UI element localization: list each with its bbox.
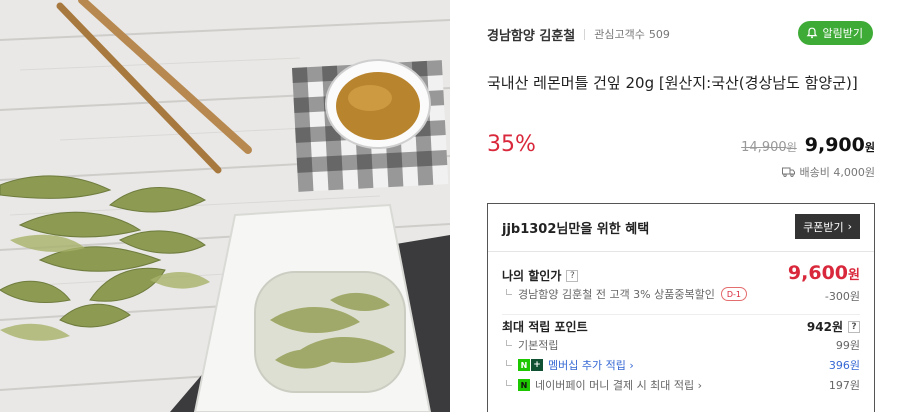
- product-info-panel: 경남함양 김훈철 관심고객수 509 알림받기 국내산 레몬머틀 건잎 20g …: [487, 0, 877, 412]
- store-row: 경남함양 김훈철 관심고객수 509 알림받기: [487, 21, 875, 45]
- store-discount-value: -300원: [824, 290, 860, 303]
- store-discount-text: 경남함양 김훈철 전 고객 3% 상품중복할인: [518, 288, 715, 301]
- basic-points-label: 기본적립: [518, 339, 559, 352]
- membership-points-value: 396원: [828, 359, 860, 372]
- tree-connector: [506, 359, 512, 366]
- product-title: 국내산 레몬머틀 건잎 20g [원산지:국산(경상남도 함양군)]: [487, 74, 858, 92]
- alarm-button[interactable]: 알림받기: [797, 21, 873, 45]
- naverpay-points-row: N 네이버페이 머니 결제 시 최대 적립 ›: [502, 377, 860, 393]
- membership-points-link[interactable]: 멤버십 추가 적립 ›: [548, 357, 634, 373]
- discount-rate: 35%: [487, 132, 536, 157]
- bell-icon: [806, 27, 817, 39]
- points-label: 최대 적립 포인트: [502, 320, 588, 334]
- store-name[interactable]: 경남함양 김훈철: [487, 25, 575, 44]
- basic-points-value: 99원: [835, 339, 860, 352]
- dday-badge: D-1: [720, 287, 747, 301]
- favorite-label: 관심고객수: [594, 28, 645, 41]
- my-price-label: 나의 할인가: [502, 269, 562, 283]
- divider: [584, 28, 586, 40]
- benefit-heading: jjb1302님만을 위한 혜택: [502, 222, 650, 237]
- points-value-wrap: 942원 ?: [807, 318, 860, 335]
- tree-connector: [506, 379, 512, 386]
- divider: [502, 314, 860, 315]
- store-discount-row: 경남함양 김훈철 전 고객 3% 상품중복할인 D-1: [502, 286, 860, 302]
- naver-pay-icon: N: [518, 379, 530, 391]
- tree-connector: [506, 340, 512, 346]
- question-icon[interactable]: ?: [566, 269, 579, 282]
- benefit-box: jjb1302님만을 위한 혜택 쿠폰받기 › 나의 할인가 ? 9,600원 …: [487, 203, 875, 412]
- tree-connector: [506, 289, 512, 295]
- membership-points-row: N + 멤버십 추가 적립 ›: [502, 357, 860, 373]
- alarm-label: 알림받기: [822, 27, 863, 40]
- product-image: [0, 0, 450, 412]
- coupon-label: 쿠폰받기: [803, 220, 844, 234]
- sale-price: 9,900원: [804, 134, 875, 156]
- truck-icon: [781, 167, 795, 177]
- basic-points-row: 기본적립: [502, 337, 860, 353]
- my-price: 9,600원: [787, 262, 860, 284]
- shipping-info: 배송비 4,000원: [781, 164, 875, 180]
- naver-plus-icon: N: [518, 359, 530, 371]
- coupon-button[interactable]: 쿠폰받기 ›: [795, 214, 860, 239]
- favorite-count: 509: [648, 27, 670, 41]
- points-value: 942원: [806, 320, 843, 334]
- original-price: 14,900원: [741, 140, 797, 155]
- plus-icon: +: [531, 359, 543, 371]
- divider: [488, 251, 874, 252]
- chevron-right-icon: ›: [847, 220, 852, 233]
- naverpay-points-value: 197원: [828, 379, 860, 392]
- shipping-fee: 배송비 4,000원: [799, 166, 875, 179]
- question-icon[interactable]: ?: [848, 320, 860, 333]
- price-row: 14,900원 9,900원: [741, 134, 875, 156]
- naverpay-points-link[interactable]: 네이버페이 머니 결제 시 최대 적립 ›: [535, 377, 702, 393]
